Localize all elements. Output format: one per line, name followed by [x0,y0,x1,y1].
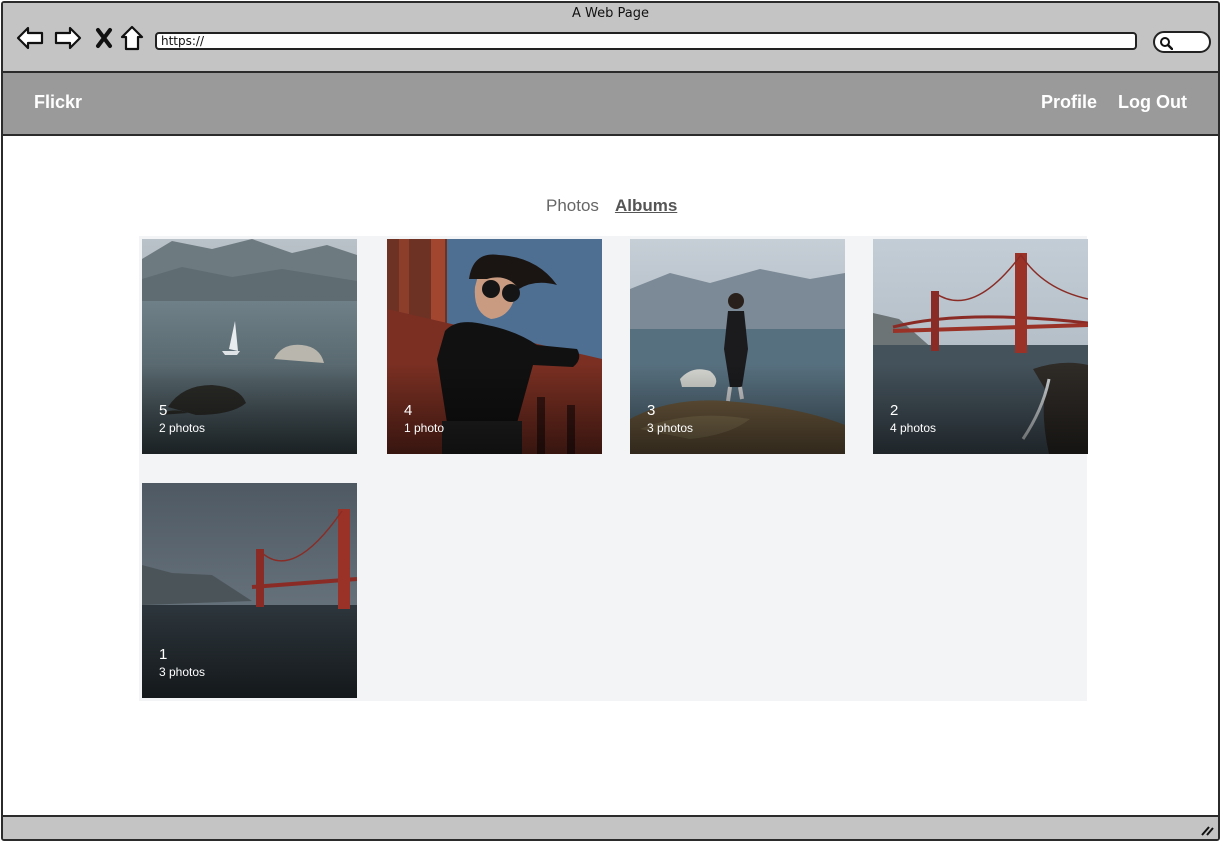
resize-grip-icon[interactable] [1200,824,1214,836]
browser-window: A Web Page https:// Flickr Profile Log O… [1,1,1220,841]
album-card[interactable]: 5 2 photos [142,239,357,454]
album-title: 2 [890,402,899,419]
brand-logo[interactable]: Flickr [34,92,82,113]
tab-albums[interactable]: Albums [615,196,677,216]
back-arrow-icon[interactable] [15,23,45,53]
forward-arrow-icon[interactable] [53,23,83,53]
address-bar[interactable]: https:// [155,32,1137,50]
album-card[interactable]: 3 3 photos [630,239,845,454]
logout-link[interactable]: Log Out [1118,92,1187,113]
home-icon[interactable] [117,23,147,53]
caption-overlay [630,364,845,454]
album-title: 4 [404,402,413,419]
album-photo-count: 1 photo [404,421,445,435]
profile-link[interactable]: Profile [1041,92,1097,113]
browser-status-bar [3,815,1218,839]
album-card[interactable]: 4 1 photo [387,239,602,454]
album-card[interactable]: 1 3 photos [142,483,357,698]
album-title: 5 [159,402,168,419]
caption-overlay [873,364,1088,454]
album-photo-count: 3 photos [159,665,206,679]
album-title: 3 [647,402,656,419]
app-header: Flickr Profile Log Out [3,73,1218,136]
album-photo-count: 3 photos [647,421,694,435]
album-photo-count: 2 photos [159,421,206,435]
browser-search-box[interactable] [1153,31,1211,53]
caption-overlay [142,364,357,454]
close-x-icon[interactable] [89,23,119,53]
search-icon [1160,37,1173,50]
browser-chrome: A Web Page https:// [3,3,1218,73]
view-tabs: Photos Albums [546,196,677,216]
album-card[interactable]: 2 4 photos [873,239,1088,454]
caption-overlay [142,608,357,698]
album-photo-count: 4 photos [890,421,937,435]
tab-photos[interactable]: Photos [546,196,599,216]
window-title: A Web Page [572,6,649,21]
album-grid: 5 2 photos 4 1 photo 3 3 photos 2 4 phot… [139,236,1088,701]
caption-overlay [387,364,602,454]
album-title: 1 [159,646,168,663]
